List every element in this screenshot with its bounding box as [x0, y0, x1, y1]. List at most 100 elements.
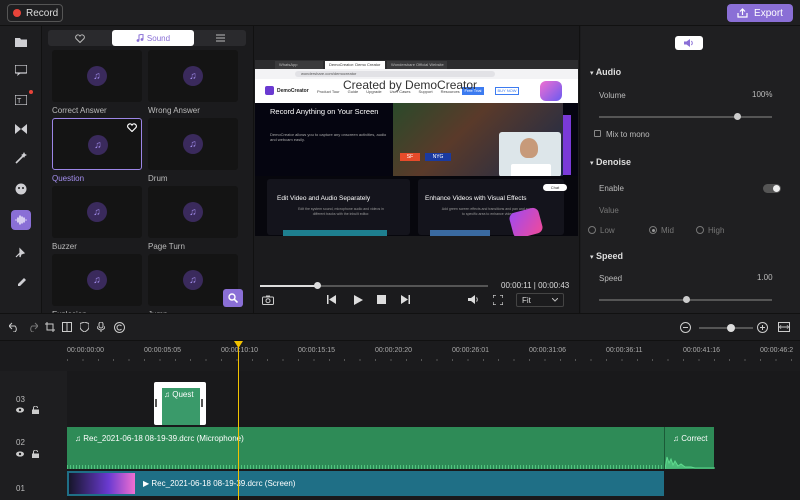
brand-logo [265, 86, 274, 95]
music-note-icon: ♫ [183, 134, 203, 154]
tab-list[interactable] [194, 30, 246, 46]
previous-frame-icon[interactable] [327, 295, 336, 306]
music-icon: ♫ [164, 390, 170, 399]
enable-label: Enable [599, 184, 624, 193]
cursor-icon[interactable] [11, 242, 31, 262]
split-icon[interactable] [62, 322, 72, 335]
ruler-tick-label: 00:00:31:06 [529, 347, 566, 354]
sound-clip-question[interactable]: ♫ Quest [154, 382, 206, 425]
record-dot-icon [13, 9, 21, 17]
favorite-heart-icon[interactable] [127, 123, 137, 133]
tab-sound[interactable]: Sound [112, 30, 194, 46]
folder-icon[interactable] [11, 32, 31, 52]
music-note-icon: ♫ [87, 66, 107, 86]
volume-icon[interactable] [468, 295, 479, 306]
tab-favorites[interactable] [48, 30, 112, 46]
stop-icon[interactable] [377, 295, 386, 306]
radio-high-label: High [708, 226, 725, 235]
music-note-icon: ♫ [183, 202, 203, 222]
export-button[interactable]: Export [727, 4, 793, 22]
record-button[interactable]: Record [7, 4, 63, 22]
eye-icon[interactable] [16, 451, 24, 459]
eye-icon[interactable] [16, 407, 24, 415]
fullscreen-icon[interactable] [492, 294, 504, 307]
fit-select[interactable]: Fit [516, 293, 564, 307]
video-clip-screen[interactable]: ▶ Rec_2021-06-18 08-19-39.dcrc (Screen) [67, 471, 664, 496]
sound-card[interactable]: ♫ [52, 186, 142, 238]
text-icon[interactable]: T [11, 90, 31, 110]
search-button[interactable] [223, 289, 243, 307]
undo-icon[interactable] [8, 322, 20, 335]
top-bar: Record Export [0, 0, 800, 26]
lock-icon[interactable] [32, 405, 39, 416]
ruler-tick-label: 00:00:15:15 [298, 347, 335, 354]
play-icon[interactable] [354, 295, 363, 307]
sound-card[interactable]: ♫ [148, 118, 238, 170]
audio-clip-microphone[interactable]: ♫ Rec_2021-06-18 08-19-39.dcrc (Micropho… [67, 427, 664, 469]
caption-icon[interactable] [11, 60, 31, 80]
ruler-tick-label: 00:00:10:10 [221, 347, 258, 354]
hero-title: Record Anything on Your Screen [270, 107, 379, 116]
browser-tab-active: DemoCreator: Demo Creator [325, 61, 385, 69]
radio-low[interactable] [588, 226, 596, 234]
music-note-icon: ♫ [87, 202, 107, 222]
sound-card-label: Wrong Answer [148, 106, 200, 115]
sound-card[interactable]: ♫ [52, 254, 142, 306]
card1-image [283, 230, 387, 236]
sound-card[interactable]: ♫ [148, 50, 238, 102]
sound-clip-correct[interactable]: ♫ Correct [664, 427, 715, 469]
track-headers: 03 02 01 [0, 371, 67, 500]
crop-icon[interactable] [45, 322, 55, 335]
heart-icon [75, 33, 85, 43]
hero-subtitle: DemoCreator allows you to capture any on… [270, 132, 387, 142]
speed-slider-handle[interactable] [682, 296, 690, 303]
mic-icon[interactable] [96, 321, 106, 335]
copyright-icon[interactable] [114, 322, 125, 336]
sound-card-label: Correct Answer [52, 106, 107, 115]
sound-icon[interactable] [11, 210, 31, 230]
sound-card[interactable]: ♫ [52, 50, 142, 102]
progress-handle[interactable] [314, 282, 321, 289]
zoom-slider-handle[interactable] [727, 324, 735, 332]
track-02-number: 02 [16, 438, 25, 447]
audio-tab[interactable] [675, 36, 703, 50]
effects-icon[interactable] [11, 148, 31, 168]
sticker-icon[interactable] [11, 179, 31, 199]
chevron-down-icon [552, 298, 558, 302]
denoise-section-header[interactable]: ▾ Denoise [590, 157, 631, 167]
sound-card[interactable]: ♫ [148, 186, 238, 238]
clip-trim-handle[interactable] [155, 399, 157, 407]
music-icon: ♫ [673, 434, 679, 443]
lock-icon[interactable] [32, 449, 39, 460]
snapshot-icon[interactable] [262, 295, 274, 307]
annotation-icon[interactable] [11, 271, 31, 291]
redo-icon[interactable] [27, 322, 39, 335]
chat-button: Chat [543, 184, 567, 191]
clip-trim-handle[interactable] [201, 399, 203, 407]
speed-section-header[interactable]: ▾ Speed [590, 251, 623, 261]
sound-card-label: Drum [148, 174, 168, 183]
zoom-slider[interactable] [699, 327, 753, 329]
shield-icon[interactable] [79, 321, 90, 335]
playhead[interactable] [238, 341, 239, 500]
video-icon: ▶ [143, 479, 150, 488]
card1-subtitle: Edit the system sound, microphone audio … [298, 207, 384, 216]
export-label: Export [754, 7, 783, 19]
transition-icon[interactable] [11, 119, 31, 139]
volume-slider[interactable] [599, 116, 772, 118]
enable-toggle[interactable] [763, 184, 781, 193]
sound-card[interactable]: ♫ [52, 118, 142, 170]
next-frame-icon[interactable] [401, 295, 410, 306]
fit-timeline-icon[interactable] [778, 322, 790, 335]
address-bar: wondershare.com/democreator [295, 71, 495, 77]
zoom-out-icon[interactable] [680, 322, 691, 336]
timeline-ruler[interactable]: 00:00:00:00 00:00:05:05 00:00:10:10 00:00:1… [67, 341, 800, 371]
radio-high[interactable] [696, 226, 704, 234]
sound-card-label: Page Turn [148, 242, 185, 251]
mix-to-mono-checkbox[interactable] [594, 130, 601, 137]
radio-mid[interactable] [649, 226, 657, 234]
zoom-in-icon[interactable] [757, 322, 768, 336]
record-label: Record [26, 7, 59, 19]
audio-section-header[interactable]: ▾ Audio [590, 67, 621, 77]
clip-label: ♫ Quest [164, 390, 194, 399]
